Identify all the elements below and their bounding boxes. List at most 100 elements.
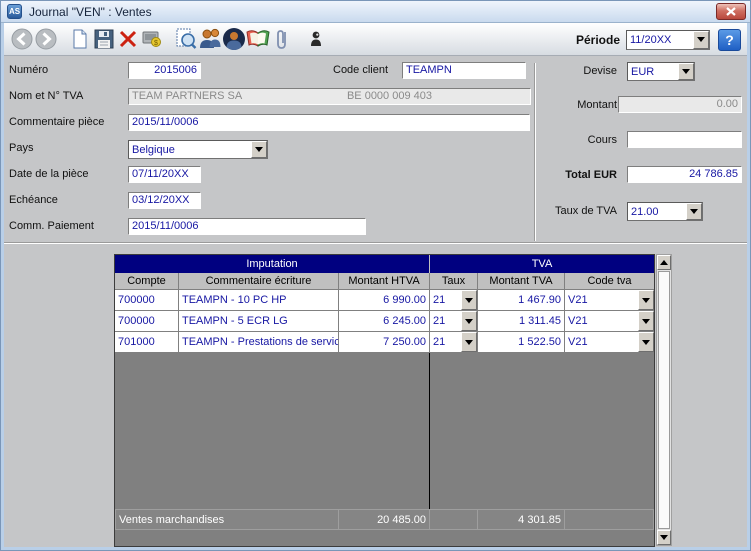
nom-tva-label: Nom et N° TVA	[9, 88, 83, 105]
taux-tva-label: Taux de TVA	[511, 203, 617, 220]
table-row: 700000 TEAMPN - 5 ECR LG 6 245.00 21 1 3…	[115, 311, 654, 332]
taux-cell[interactable]: 21	[430, 290, 478, 311]
new-document-button[interactable]	[68, 27, 92, 51]
group-tva: TVA	[430, 255, 654, 273]
commentaire-piece-label: Commentaire pièce	[9, 114, 104, 131]
compte-cell[interactable]: 700000	[115, 311, 179, 332]
montant-htva-cell[interactable]: 7 250.00	[339, 332, 430, 353]
echeance-label: Echéance	[9, 192, 58, 209]
period-label: Période	[576, 33, 620, 47]
table-row: 701000 TEAMPN - Prestations de service 7…	[115, 332, 654, 353]
chevron-down-icon	[642, 340, 650, 345]
code-tva-dropdown-button[interactable]	[638, 311, 654, 331]
numero-field[interactable]: 2015006	[128, 62, 201, 79]
nom-tva-field: TEAM PARTNERS SA BE 0000 009 403	[128, 88, 531, 105]
code-tva-dropdown-button[interactable]	[638, 290, 654, 310]
code-tva-value: V21	[565, 332, 638, 352]
chevron-down-icon	[690, 209, 698, 214]
montant-tva-cell[interactable]: 1 467.90	[478, 290, 565, 311]
code-tva-cell[interactable]: V21	[565, 311, 654, 332]
chevron-down-icon	[642, 319, 650, 324]
help-button[interactable]: ?	[718, 29, 741, 51]
col-code-tva: Code tva	[565, 273, 654, 290]
montant-htva-cell[interactable]: 6 990.00	[339, 290, 430, 311]
delete-button[interactable]	[116, 27, 140, 51]
taux-value: 21	[430, 290, 461, 310]
chevron-down-icon	[697, 37, 705, 42]
svg-text:$: $	[154, 40, 158, 47]
pays-combo[interactable]: Belgique	[128, 140, 268, 159]
taux-dropdown-button[interactable]	[461, 311, 477, 331]
forward-button[interactable]	[34, 27, 58, 51]
print-preview-button[interactable]	[174, 27, 198, 51]
date-piece-field[interactable]: 07/11/20XX	[128, 166, 201, 183]
devise-label: Devise	[511, 63, 617, 80]
back-button[interactable]	[10, 27, 34, 51]
table-row: 700000 TEAMPN - 10 PC HP 6 990.00 21 1 4…	[115, 290, 654, 311]
code-tva-cell[interactable]: V21	[565, 290, 654, 311]
form-horizontal-divider	[4, 242, 749, 244]
chevron-down-icon	[465, 298, 473, 303]
save-icon	[94, 29, 114, 49]
commentaire-cell[interactable]: TEAMPN - 10 PC HP	[179, 290, 339, 311]
accounting-entry-icon: $	[141, 29, 163, 49]
taux-dropdown-button[interactable]	[461, 332, 477, 352]
close-button[interactable]	[716, 3, 746, 20]
clients-button[interactable]	[198, 27, 222, 51]
commentaire-cell[interactable]: TEAMPN - 5 ECR LG	[179, 311, 339, 332]
compte-cell[interactable]: 700000	[115, 290, 179, 311]
new-document-icon	[70, 29, 90, 49]
comm-paiement-field[interactable]: 2015/11/0006	[128, 218, 366, 235]
group-imputation: Imputation	[115, 255, 430, 273]
grid-scrollbar[interactable]	[656, 254, 672, 546]
montant-htva-cell[interactable]: 6 245.00	[339, 311, 430, 332]
devise-combo[interactable]: EUR	[627, 62, 695, 81]
scroll-down-button[interactable]	[657, 530, 671, 545]
compte-cell[interactable]: 701000	[115, 332, 179, 353]
echeance-field[interactable]: 03/12/20XX	[128, 192, 201, 209]
commentaire-piece-field[interactable]: 2015/11/0006	[128, 114, 530, 131]
montant-field: 0.00	[618, 96, 742, 113]
period-combo[interactable]: 11/20XX	[626, 30, 710, 50]
grid-empty-imputation	[115, 353, 430, 509]
save-button[interactable]	[92, 27, 116, 51]
col-taux: Taux	[430, 273, 478, 290]
chevron-down-icon	[660, 535, 668, 540]
summary-montant-tva: 4 301.85	[478, 509, 565, 530]
devise-dropdown-button[interactable]	[678, 63, 694, 80]
col-montant-tva: Montant TVA	[478, 273, 565, 290]
montant-tva-cell[interactable]: 1 522.50	[478, 332, 565, 353]
taux-tva-dropdown-button[interactable]	[686, 203, 702, 220]
pays-dropdown-button[interactable]	[251, 141, 267, 158]
montant-tva-cell[interactable]: 1 311.45	[478, 311, 565, 332]
cours-field[interactable]	[627, 131, 742, 148]
app-icon: AS	[7, 4, 22, 19]
period-group: Période 11/20XX ?	[576, 23, 741, 56]
code-tva-value: V21	[565, 290, 638, 310]
contact-button[interactable]	[222, 27, 246, 51]
toolbar: $	[4, 23, 749, 56]
window-frame-right	[747, 23, 750, 551]
chevron-down-icon	[255, 147, 263, 152]
vat-number-value: BE 0000 009 403	[347, 89, 432, 104]
person-button[interactable]	[304, 27, 328, 51]
catalog-book-button[interactable]	[246, 27, 270, 51]
col-compte: Compte	[115, 273, 179, 290]
code-client-field[interactable]: TEAMPN	[402, 62, 526, 79]
accounting-entry-button[interactable]: $	[140, 27, 164, 51]
code-tva-dropdown-button[interactable]	[638, 332, 654, 352]
taux-cell[interactable]: 21	[430, 311, 478, 332]
scrollbar-thumb[interactable]	[658, 271, 670, 529]
code-tva-cell[interactable]: V21	[565, 332, 654, 353]
chevron-down-icon	[465, 319, 473, 324]
window-frame-bottom	[1, 547, 750, 550]
scroll-up-button[interactable]	[657, 255, 671, 270]
taux-tva-combo[interactable]: 21.00	[627, 202, 703, 221]
attachment-button[interactable]	[270, 27, 294, 51]
taux-cell[interactable]: 21	[430, 332, 478, 353]
taux-value: 21	[430, 332, 461, 352]
commentaire-cell[interactable]: TEAMPN - Prestations de service	[179, 332, 339, 353]
client-name-value: TEAM PARTNERS SA	[132, 89, 347, 104]
taux-dropdown-button[interactable]	[461, 290, 477, 310]
period-dropdown-button[interactable]	[693, 31, 709, 49]
